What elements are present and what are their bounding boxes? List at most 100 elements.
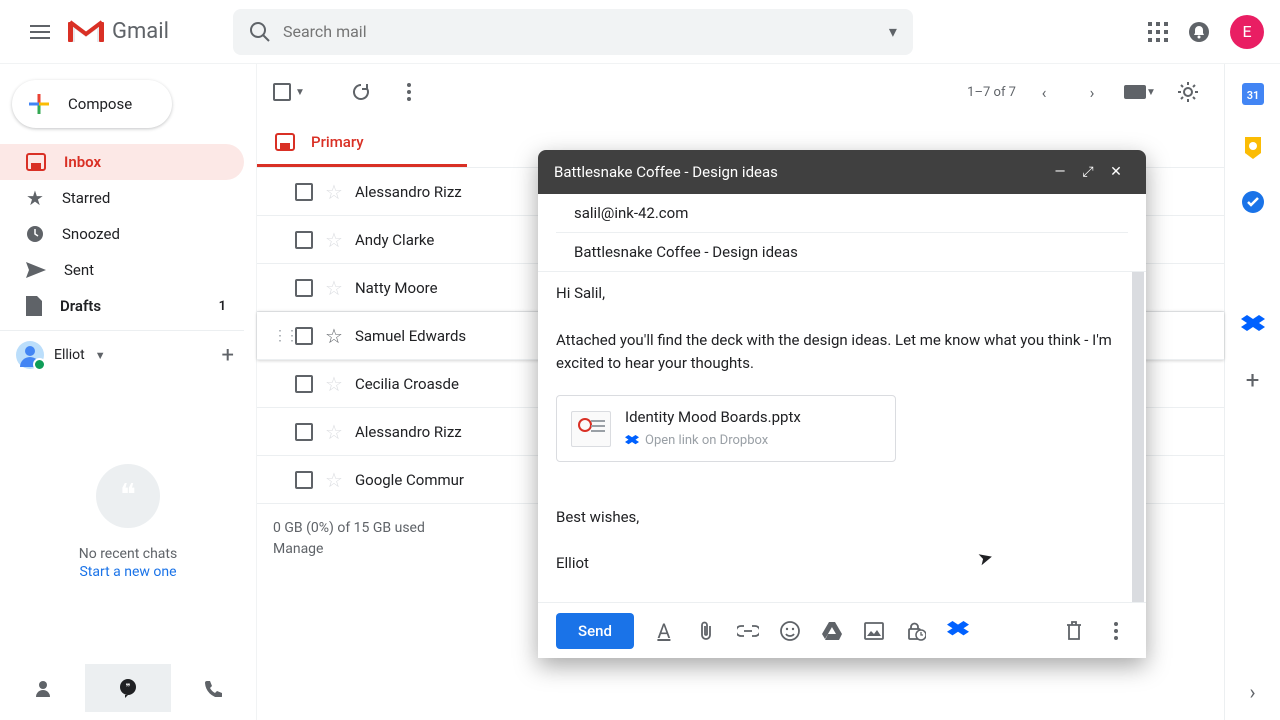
to-value: salil@ink-42.com xyxy=(574,204,688,222)
paperclip-icon xyxy=(699,621,713,641)
star-toggle[interactable]: ☆ xyxy=(325,228,343,252)
hangouts-tab-calls[interactable] xyxy=(171,664,256,712)
prev-page-button[interactable]: ‹ xyxy=(1024,72,1064,112)
insert-emoji-button[interactable] xyxy=(778,621,802,641)
attachment-name: Identity Mood Boards.pptx xyxy=(625,406,801,429)
calendar-addon-icon[interactable]: 31 xyxy=(1241,82,1265,106)
sender-name: Cecilia Croasde xyxy=(355,375,459,393)
hangouts-tab-contacts[interactable] xyxy=(0,664,85,712)
refresh-button[interactable] xyxy=(341,72,381,112)
compose-scrollbar[interactable] xyxy=(1132,272,1144,602)
trash-icon xyxy=(1066,621,1082,641)
app-header: Gmail ▾ E xyxy=(0,0,1280,64)
svg-text:❞: ❞ xyxy=(126,683,131,693)
row-checkbox[interactable] xyxy=(295,375,313,393)
attach-file-button[interactable] xyxy=(694,621,718,641)
main-menu-button[interactable] xyxy=(16,8,64,56)
sidebar-item-label: Sent xyxy=(64,261,94,279)
compose-label: Compose xyxy=(68,95,132,113)
drafts-icon xyxy=(26,296,42,316)
sender-name: Alessandro Rizz xyxy=(355,183,462,201)
hangouts-tabs: ❞ xyxy=(0,664,256,712)
confidential-mode-button[interactable] xyxy=(904,621,928,641)
row-checkbox[interactable] xyxy=(295,279,313,297)
emoji-icon xyxy=(780,621,800,641)
account-avatar[interactable]: E xyxy=(1230,15,1264,49)
star-toggle[interactable]: ☆ xyxy=(325,468,343,492)
add-addon-button[interactable]: + xyxy=(1241,368,1265,392)
dropbox-icon xyxy=(947,621,969,641)
expand-icon: ⤢ xyxy=(1082,164,1093,180)
sidebar-item-snoozed[interactable]: Snoozed xyxy=(0,216,244,252)
row-checkbox[interactable] xyxy=(295,423,313,441)
pagination-text: 1–7 of 7 xyxy=(967,85,1016,100)
row-checkbox[interactable] xyxy=(295,471,313,489)
compose-plus-icon xyxy=(26,91,52,117)
phone-icon xyxy=(204,679,222,697)
input-tools-button[interactable]: ▼ xyxy=(1120,72,1160,112)
search-options-dropdown[interactable]: ▾ xyxy=(889,22,897,41)
sidebar-item-starred[interactable]: ★ Starred xyxy=(0,180,244,216)
close-button[interactable]: ✕ xyxy=(1102,158,1130,186)
row-checkbox[interactable] xyxy=(295,183,313,201)
attachment-source: Open link on Dropbox xyxy=(625,431,801,451)
sidebar-item-inbox[interactable]: Inbox xyxy=(0,144,244,180)
hangouts-icon: ❞ xyxy=(118,678,138,698)
subject-field[interactable]: Battlesnake Coffee - Design ideas xyxy=(556,233,1128,271)
compose-button[interactable]: Compose xyxy=(12,80,172,128)
formatting-button[interactable]: A xyxy=(652,619,676,643)
hangouts-panel: ❝ No recent chats Start a new one xyxy=(0,379,256,664)
chevron-down-icon: ▼ xyxy=(95,349,106,362)
more-button[interactable] xyxy=(389,72,429,112)
star-toggle[interactable]: ☆ xyxy=(325,420,343,444)
star-toggle[interactable]: ☆ xyxy=(325,372,343,396)
keep-addon-icon[interactable] xyxy=(1241,136,1265,160)
add-contact-button[interactable]: + xyxy=(222,343,234,368)
attachment-card[interactable]: Identity Mood Boards.pptx Open link on D… xyxy=(556,395,896,462)
search-input[interactable] xyxy=(283,22,889,41)
select-all-checkbox[interactable]: ▼ xyxy=(273,83,305,101)
insert-photo-button[interactable] xyxy=(862,622,886,640)
hangouts-tab-chats[interactable]: ❞ xyxy=(85,664,170,712)
star-toggle[interactable]: ☆ xyxy=(325,324,343,348)
star-toggle[interactable]: ☆ xyxy=(325,180,343,204)
sidebar-item-drafts[interactable]: Drafts 1 xyxy=(0,288,244,324)
hangouts-quote-icon: ❝ xyxy=(96,464,160,528)
minimize-button[interactable]: — xyxy=(1046,158,1074,186)
fullscreen-button[interactable]: ⤢ xyxy=(1074,158,1102,186)
insert-link-button[interactable] xyxy=(736,625,760,637)
gmail-logo[interactable]: Gmail xyxy=(68,18,169,46)
compose-body[interactable]: Hi Salil, Attached you'll find the deck … xyxy=(538,272,1146,602)
row-checkbox[interactable] xyxy=(295,231,313,249)
discard-draft-button[interactable] xyxy=(1062,621,1086,641)
settings-button[interactable] xyxy=(1168,72,1208,112)
dropbox-icon xyxy=(625,435,639,447)
collapse-panel-button[interactable]: › xyxy=(1241,680,1265,704)
apps-grid-icon[interactable] xyxy=(1148,22,1168,42)
notifications-icon[interactable] xyxy=(1188,21,1210,43)
text-format-icon: A xyxy=(657,619,670,643)
compose-header[interactable]: Battlesnake Coffee - Design ideas — ⤢ ✕ xyxy=(538,150,1146,194)
start-new-chat-link[interactable]: Start a new one xyxy=(79,564,176,580)
svg-text:31: 31 xyxy=(1246,89,1259,102)
next-page-button[interactable]: › xyxy=(1072,72,1112,112)
sidebar-user-chip[interactable]: Elliot ▼ + xyxy=(0,331,256,379)
insert-drive-button[interactable] xyxy=(820,622,844,640)
star-toggle[interactable]: ☆ xyxy=(325,276,343,300)
tasks-addon-icon[interactable] xyxy=(1241,190,1265,214)
send-button[interactable]: Send xyxy=(556,613,634,649)
to-field[interactable]: salil@ink-42.com xyxy=(556,194,1128,233)
clock-icon xyxy=(26,225,44,243)
dropbox-addon-icon[interactable] xyxy=(1241,314,1265,338)
gear-icon xyxy=(1177,81,1199,103)
tab-primary[interactable]: Primary xyxy=(257,120,467,167)
search-bar[interactable]: ▾ xyxy=(233,9,913,55)
subject-value: Battlesnake Coffee - Design ideas xyxy=(574,243,798,261)
more-options-button[interactable] xyxy=(1104,622,1128,640)
sidebar-item-sent[interactable]: Sent xyxy=(0,252,244,288)
row-checkbox[interactable] xyxy=(295,327,313,345)
drag-handle-icon[interactable]: ⋮⋮ xyxy=(273,328,283,344)
attachment-thumb-icon xyxy=(571,411,611,447)
avatar-initial: E xyxy=(1242,22,1251,41)
insert-dropbox-button[interactable] xyxy=(946,621,970,641)
